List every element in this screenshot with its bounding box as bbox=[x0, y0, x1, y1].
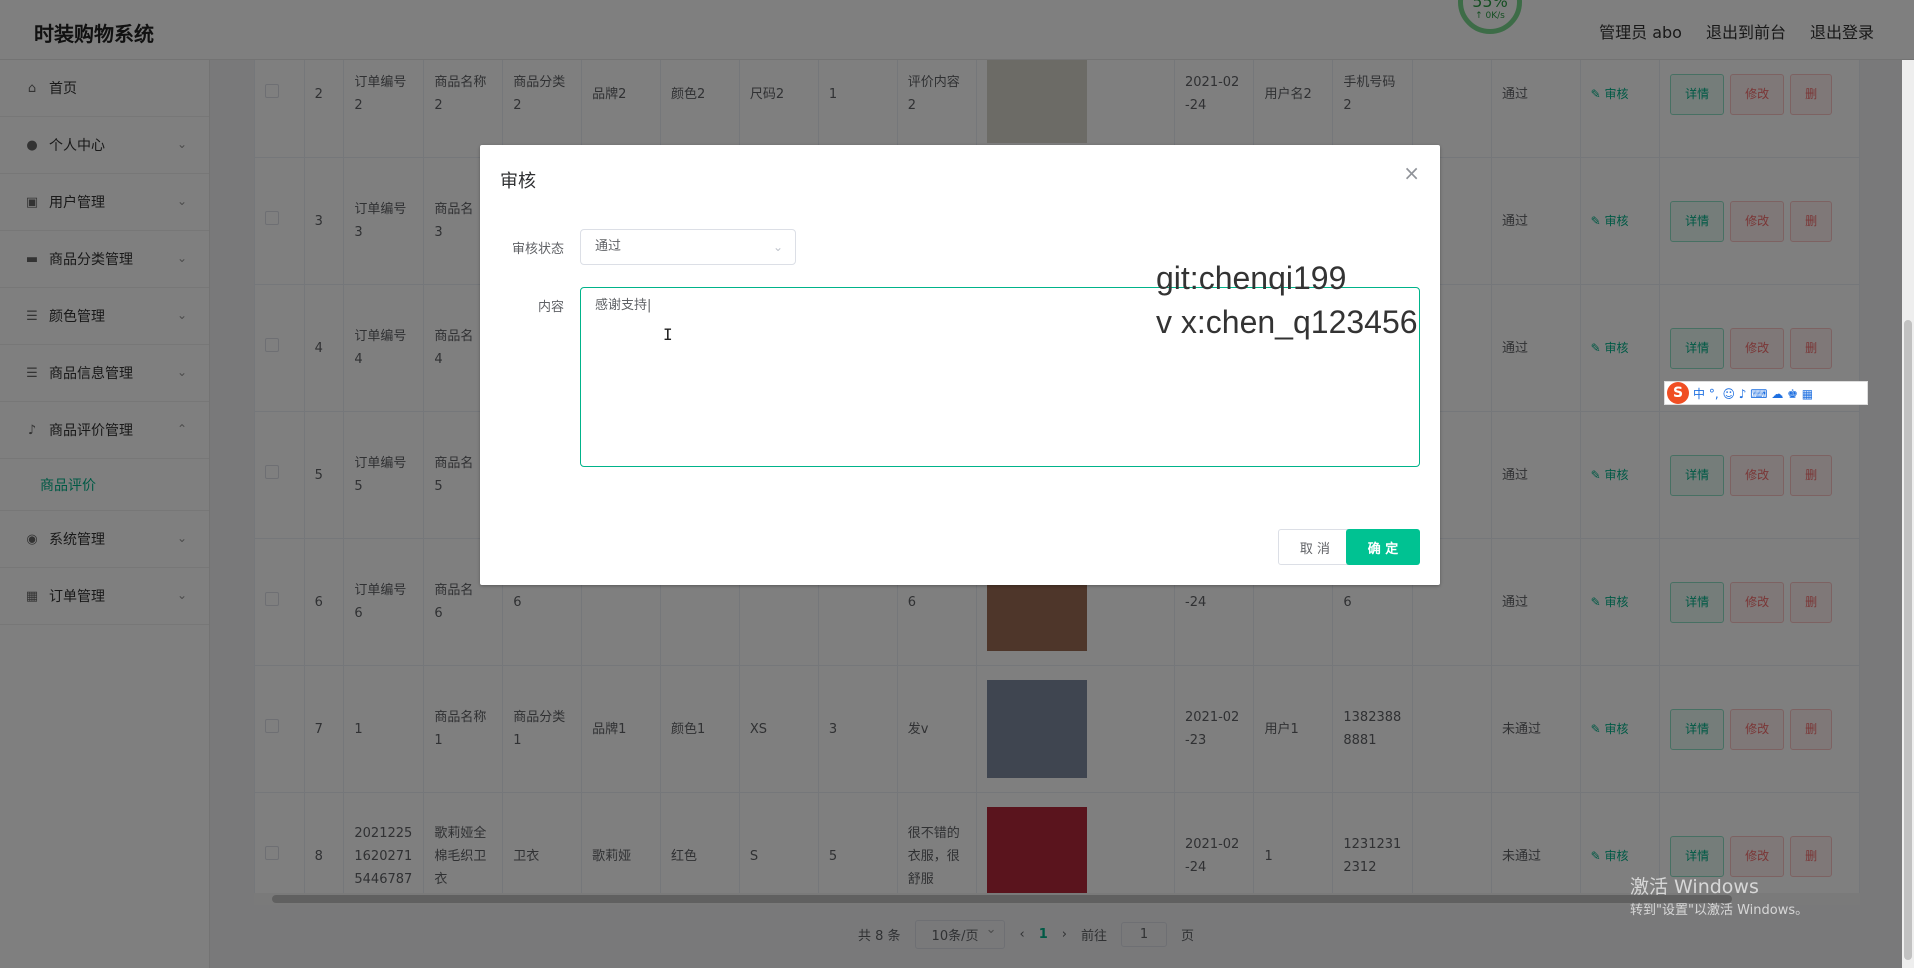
text-cursor-icon: I bbox=[663, 325, 673, 344]
audit-dialog: 审核 × 审核状态 通过 ⌄ 内容 感谢支持| 取 消 确 定 bbox=[480, 145, 1440, 585]
sogou-logo-icon[interactable]: S bbox=[1667, 382, 1689, 404]
status-label: 审核状态 bbox=[511, 242, 564, 257]
windows-activation-hint: 转到"设置"以激活 Windows。 bbox=[1630, 903, 1809, 918]
content-label: 内容 bbox=[537, 300, 564, 315]
status-select-value: 通过 bbox=[595, 239, 622, 254]
windows-activation-title: 激活 Windows bbox=[1630, 876, 1759, 898]
close-icon[interactable]: × bbox=[1403, 161, 1420, 185]
dialog-title: 审核 bbox=[500, 171, 536, 192]
content-textarea-value: 感谢支持| bbox=[595, 298, 652, 313]
vertical-scrollbar[interactable] bbox=[1902, 60, 1914, 968]
status-select[interactable]: 通过 ⌄ bbox=[580, 229, 796, 265]
ime-toolbar[interactable]: S 中 °, ☺ ♪ ⌨ ☁ ♚ ▦ bbox=[1664, 381, 1868, 405]
confirm-button[interactable]: 确 定 bbox=[1346, 529, 1420, 565]
ime-tool-icons[interactable]: 中 °, ☺ ♪ ⌨ ☁ ♚ ▦ bbox=[1693, 385, 1813, 402]
vertical-scrollbar-thumb[interactable] bbox=[1904, 320, 1912, 960]
watermark-line1: git:chenqi199 bbox=[1156, 260, 1347, 296]
cancel-button[interactable]: 取 消 bbox=[1278, 529, 1352, 565]
windows-activation-notice: 激活 Windows 转到"设置"以激活 Windows。 bbox=[1630, 872, 1808, 918]
watermark-line2: v x:chen_q123456 bbox=[1156, 304, 1418, 340]
watermark: git:chenqi199 v x:chen_q123456 bbox=[1156, 256, 1418, 344]
chevron-down-icon: ⌄ bbox=[772, 240, 783, 254]
